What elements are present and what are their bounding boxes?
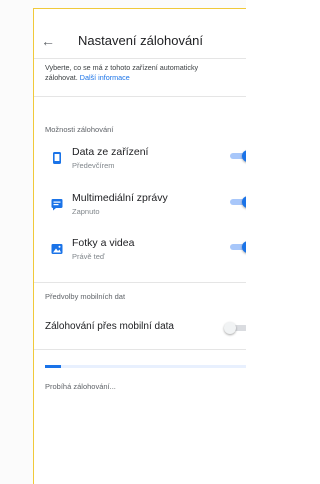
backup-status-text: Probíhá zálohování... xyxy=(45,382,116,391)
description-line-1: Vyberte, co se má z tohoto zařízení auto… xyxy=(45,63,199,72)
backup-options-section-title: Možnosti zálohování xyxy=(45,125,114,134)
backup-option-mms[interactable]: Multimediální zprávy Zapnuto xyxy=(34,191,246,225)
backup-option-subtitle: Předevčírem xyxy=(72,161,115,170)
backup-progress-bar xyxy=(45,365,246,368)
phone-icon xyxy=(53,152,61,164)
sms-icon xyxy=(51,199,63,211)
backup-progress-fill xyxy=(45,365,62,368)
photo-icon xyxy=(51,244,63,254)
backup-settings-page: ← Nastavení zálohování Vyberte, co se má… xyxy=(34,9,246,484)
toggle-knob xyxy=(242,196,246,208)
backup-option-photos[interactable]: Fotky a videa Právě teď xyxy=(34,236,246,270)
description: Vyberte, co se má z tohoto zařízení auto… xyxy=(45,63,246,82)
backup-option-title: Multimediální zprávy xyxy=(72,192,168,204)
mobile-data-label: Zálohování přes mobilní data xyxy=(45,321,174,332)
section-divider xyxy=(34,96,246,97)
section-divider xyxy=(34,349,246,350)
mobile-data-toggle[interactable] xyxy=(224,322,246,334)
device-data-toggle[interactable] xyxy=(230,150,246,162)
mobile-data-section-title: Předvolby mobilních dat xyxy=(45,292,126,301)
arrow-back-icon[interactable]: ← xyxy=(41,27,55,55)
toggle-knob xyxy=(224,322,236,334)
description-line-2: zálohovat. xyxy=(45,72,78,82)
learn-more-link[interactable]: Další informace xyxy=(80,73,130,82)
header-divider xyxy=(34,58,246,59)
toggle-knob xyxy=(242,241,246,253)
mms-toggle[interactable] xyxy=(230,196,246,208)
app-bar: ← Nastavení zálohování xyxy=(34,27,246,55)
section-divider xyxy=(34,282,246,283)
mobile-data-row[interactable]: Zálohování přes mobilní data xyxy=(34,315,246,341)
backup-option-title: Data ze zařízení xyxy=(72,146,149,158)
photos-toggle[interactable] xyxy=(230,241,246,253)
toggle-knob xyxy=(242,150,246,162)
window-frame-left xyxy=(0,0,34,484)
page-title: Nastavení zálohování xyxy=(78,33,204,48)
backup-option-title: Fotky a videa xyxy=(72,237,135,249)
backup-option-subtitle: Zapnuto xyxy=(72,207,100,216)
backup-option-device-data[interactable]: Data ze zařízení Předevčírem xyxy=(34,145,246,179)
window-frame-top xyxy=(33,0,246,9)
backup-option-subtitle: Právě teď xyxy=(72,252,105,261)
